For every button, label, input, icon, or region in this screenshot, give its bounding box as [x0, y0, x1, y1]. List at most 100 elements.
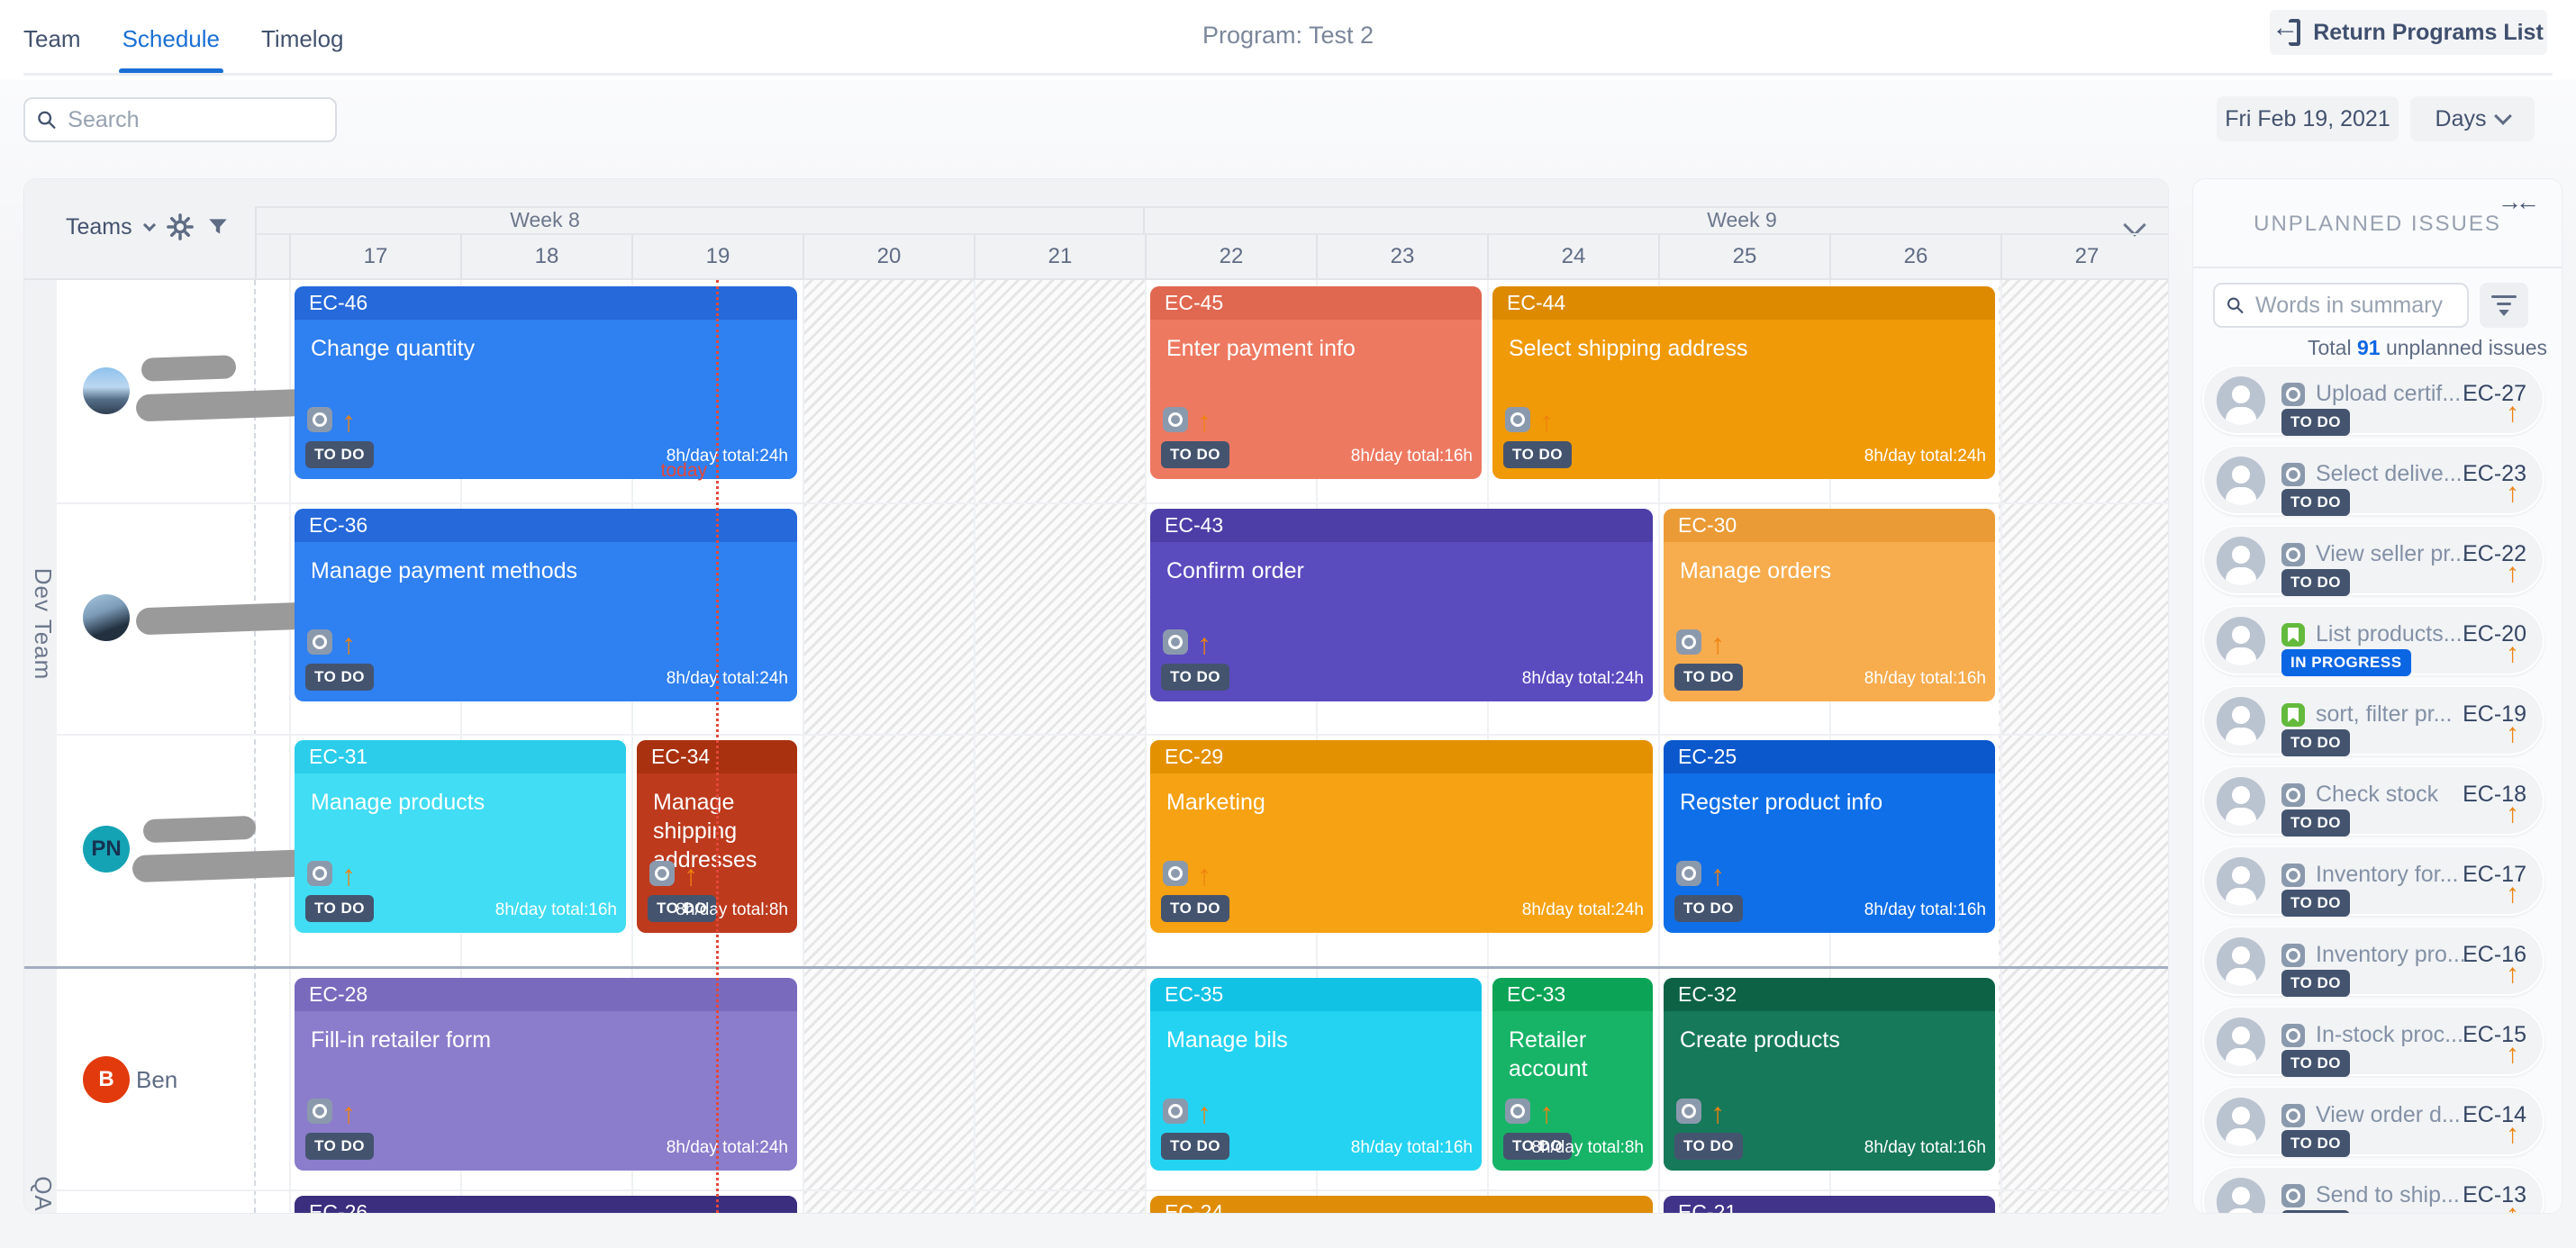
redacted-name: [141, 355, 237, 382]
filter-funnel-icon[interactable]: [206, 214, 230, 240]
task-type-icon: [2281, 1104, 2305, 1127]
card-EC-44[interactable]: EC-44Select shipping address↑TO DO8h/day…: [1492, 286, 1995, 479]
top-bar: Team Schedule Timelog Program: Test 2 ← …: [0, 0, 2576, 79]
status-badge: TO DO: [305, 664, 374, 691]
words-in-summary-input[interactable]: [2254, 292, 2456, 320]
priority-up-icon: ↑: [2506, 882, 2519, 907]
priority-up-icon: ↑: [1197, 1100, 1211, 1126]
card-EC-35[interactable]: EC-35Manage bils↑TO DO8h/day total:16h: [1150, 978, 1482, 1171]
card-total-hours: 8h/day total:24h: [667, 669, 788, 689]
card-key: EC-46: [295, 286, 797, 320]
card-EC-26[interactable]: EC-26: [295, 1196, 797, 1214]
day-grid-line: [289, 280, 291, 1213]
priority-up-icon: ↑: [2506, 641, 2519, 666]
member-name: Ben: [136, 1066, 177, 1094]
day-header-19: 19: [631, 233, 803, 280]
issue-EC-19[interactable]: sort, filter pr...EC-19TO DO↑: [2202, 685, 2544, 755]
card-key: EC-35: [1150, 978, 1482, 1011]
status-badge: TO DO: [1674, 664, 1743, 691]
day-header-26: 26: [1829, 233, 2000, 280]
card-EC-45[interactable]: EC-45Enter payment info↑TO DO8h/day tota…: [1150, 286, 1482, 479]
assignee-avatar-icon: [2217, 457, 2265, 505]
day-grid-line: [974, 280, 975, 1213]
issue-EC-13[interactable]: Send to ship...EC-13TO DO↑: [2202, 1166, 2544, 1214]
status-badge: TO DO: [1161, 441, 1229, 468]
task-type-icon: [1163, 629, 1188, 655]
card-key: EC-36: [295, 509, 797, 542]
task-type-icon: [307, 407, 332, 432]
search-input[interactable]: [66, 106, 324, 134]
return-programs-list-button[interactable]: ← Return Programs List: [2270, 10, 2547, 55]
task-type-icon: [1505, 407, 1530, 432]
card-title: Manage bils: [1150, 1011, 1482, 1069]
filter-issues-button[interactable]: [2480, 283, 2528, 328]
assignee-avatar-icon: [2217, 617, 2265, 665]
card-title: Select shipping address: [1492, 320, 1995, 377]
priority-up-icon: ↑: [341, 1100, 356, 1126]
tab-underline-track: [23, 73, 2553, 76]
priority-up-icon: ↑: [1710, 1100, 1725, 1126]
issue-EC-27[interactable]: Upload certif...EC-27TO DO↑: [2202, 365, 2544, 435]
card-title: Manage payment methods: [295, 542, 797, 600]
issue-EC-17[interactable]: Inventory for...EC-17TO DO↑: [2202, 846, 2544, 916]
card-EC-46[interactable]: EC-46Change quantity↑TO DO8h/day total:2…: [295, 286, 797, 479]
issue-EC-20[interactable]: List products...EC-20IN PROGRESS↑: [2202, 605, 2544, 675]
card-total-hours: 8h/day total:16h: [495, 900, 617, 920]
card-EC-36[interactable]: EC-36Manage payment methods↑TO DO8h/day …: [295, 509, 797, 701]
range-dropdown-button[interactable]: Days: [2410, 96, 2535, 141]
card-EC-21[interactable]: EC-21: [1664, 1196, 1995, 1214]
priority-up-icon: ↑: [2506, 1042, 2519, 1067]
task-type-icon: [1163, 407, 1188, 432]
row-separator: [57, 734, 2168, 736]
week-boundary: [1143, 206, 1145, 233]
priority-up-icon: ↑: [1197, 631, 1211, 656]
card-title: Regster product info: [1664, 773, 1995, 831]
issue-EC-23[interactable]: Select delive...EC-23TO DO↑: [2202, 445, 2544, 515]
week-header-label: Week 8: [510, 208, 580, 232]
card-key: EC-43: [1150, 509, 1653, 542]
card-EC-29[interactable]: EC-29Marketing↑TO DO8h/day total:24h: [1150, 740, 1653, 933]
card-EC-30[interactable]: EC-30Manage orders↑TO DO8h/day total:16h: [1664, 509, 1995, 701]
card-EC-25[interactable]: EC-25Regster product info↑TO DO8h/day to…: [1664, 740, 1995, 933]
date-picker-button[interactable]: Fri Feb 19, 2021: [2217, 96, 2399, 141]
priority-up-icon: ↑: [341, 863, 356, 888]
member-avatar: PN: [83, 826, 130, 873]
priority-up-icon: ↑: [2506, 962, 2519, 987]
issue-EC-18[interactable]: Check stockEC-18TO DO↑: [2202, 765, 2544, 836]
issue-EC-16[interactable]: Inventory pro...EC-16TO DO↑: [2202, 926, 2544, 996]
card-EC-28[interactable]: EC-28Fill-in retailer form↑TO DO8h/day t…: [295, 978, 797, 1171]
issue-summary: Inventory for...: [2316, 862, 2458, 888]
status-badge: TO DO: [1674, 1133, 1743, 1160]
task-type-icon: [307, 629, 332, 655]
card-EC-31[interactable]: EC-31Manage products↑TO DO8h/day total:1…: [295, 740, 626, 933]
issue-EC-14[interactable]: View order d...EC-14TO DO↑: [2202, 1086, 2544, 1156]
teams-dropdown[interactable]: Teams: [66, 214, 132, 240]
card-EC-43[interactable]: EC-43Confirm order↑TO DO8h/day total:24h: [1150, 509, 1653, 701]
task-type-icon: [2281, 1184, 2305, 1207]
status-badge: TO DO: [2281, 409, 2350, 436]
priority-up-icon: ↑: [341, 409, 356, 434]
task-type-icon: [2281, 864, 2305, 887]
status-badge: TO DO: [305, 1133, 374, 1160]
card-EC-24[interactable]: EC-24: [1150, 1196, 1653, 1214]
card-title: Change quantity: [295, 320, 797, 377]
issue-EC-15[interactable]: In-stock proc...EC-15TO DO↑: [2202, 1006, 2544, 1076]
team-separator: [24, 966, 2168, 969]
card-EC-33[interactable]: EC-33Retailer account↑TO DO8h/day total:…: [1492, 978, 1653, 1171]
status-badge: TO DO: [1503, 441, 1572, 468]
chevron-down-icon[interactable]: [143, 219, 156, 231]
team-label-column: [24, 280, 57, 1213]
card-total-hours: 8h/day total:8h: [676, 900, 788, 920]
day-header-25: 25: [1658, 233, 1829, 280]
status-badge: TO DO: [2281, 809, 2350, 837]
assignee-avatar-icon: [2217, 857, 2265, 906]
card-title: Manage orders: [1664, 542, 1995, 600]
day-grid-line: [803, 280, 804, 1213]
issue-EC-22[interactable]: View seller pr...EC-22TO DO↑: [2202, 525, 2544, 595]
gear-icon[interactable]: [167, 213, 194, 240]
member-avatar: [83, 594, 130, 641]
priority-up-icon: ↑: [1197, 409, 1211, 434]
task-type-icon: [307, 861, 332, 886]
card-EC-32[interactable]: EC-32Create products↑TO DO8h/day total:1…: [1664, 978, 1995, 1171]
task-type-icon: [1676, 1099, 1701, 1124]
